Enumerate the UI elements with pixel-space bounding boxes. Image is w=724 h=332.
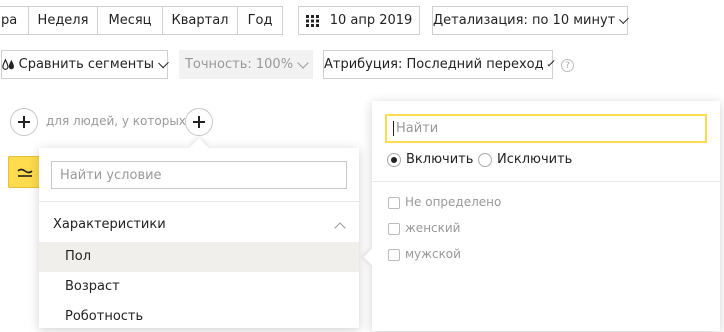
list-item-robotness[interactable]: Роботность <box>39 302 359 332</box>
include-label[interactable]: Включить <box>406 152 473 167</box>
chevron-down-icon <box>158 57 169 68</box>
calendar-icon <box>305 14 319 27</box>
drops-icon <box>2 58 14 70</box>
add-condition-button[interactable] <box>10 108 38 136</box>
tab-week[interactable]: Неделя <box>28 6 98 35</box>
help-icon[interactable]: ? <box>561 59 574 72</box>
add-filter-button[interactable] <box>185 108 213 136</box>
detail-select[interactable]: Детализация: по 10 минут <box>432 6 629 35</box>
compare-segments-label: Сравнить сегменты <box>18 57 155 72</box>
value-search-input[interactable]: Найти <box>385 114 707 143</box>
option-label-female[interactable]: женский <box>405 221 460 235</box>
option-checkbox[interactable] <box>388 223 400 235</box>
group-header-characteristics[interactable]: Характеристики <box>53 217 166 232</box>
segment-chip[interactable] <box>8 156 40 188</box>
option-label-undefined[interactable]: Не определено <box>405 195 501 209</box>
date-label: 10 апр 2019 <box>329 13 413 28</box>
people-text: для людей, у которых <box>46 114 186 128</box>
tab-day[interactable]: ра <box>0 6 29 35</box>
divider <box>39 201 359 202</box>
dropdown-arrow <box>189 138 209 158</box>
divider <box>372 181 720 182</box>
accuracy-label: Точность: 100% <box>184 57 294 72</box>
condition-search-input[interactable]: Найти условие <box>51 161 347 189</box>
date-picker-button[interactable]: 10 апр 2019 <box>298 6 420 35</box>
value-panel: Найти Включить Исключить Не определено ж… <box>363 101 720 331</box>
chevron-down-icon <box>297 56 309 69</box>
attribution-label: Атрибуция: Последний переход <box>324 57 544 72</box>
tab-month[interactable]: Месяц <box>97 6 163 35</box>
list-item-age[interactable]: Возраст <box>39 272 359 302</box>
option-checkbox[interactable] <box>388 197 400 209</box>
compare-segments-button[interactable]: Сравнить сегменты <box>1 50 169 79</box>
include-radio[interactable] <box>387 153 401 167</box>
approx-icon <box>17 168 33 177</box>
panel-arrow <box>363 248 381 266</box>
tab-year[interactable]: Год <box>237 6 283 35</box>
exclude-radio[interactable] <box>478 153 492 167</box>
tab-quarter[interactable]: Квартал <box>162 6 238 35</box>
chevron-down-icon <box>619 13 629 24</box>
list-item-gender[interactable]: Пол <box>39 242 359 272</box>
exclude-label[interactable]: Исключить <box>497 152 572 167</box>
chevron-down-icon <box>547 58 555 67</box>
text-cursor <box>393 121 394 136</box>
accuracy-select[interactable]: Точность: 100% <box>179 50 313 79</box>
chevron-up-icon[interactable] <box>334 222 346 234</box>
option-label-male[interactable]: мужской <box>405 247 461 261</box>
attribution-select[interactable]: Атрибуция: Последний переход <box>323 50 555 79</box>
detail-label: Детализация: по 10 минут <box>433 13 616 28</box>
condition-dropdown: Найти условие Характеристики Пол Возраст… <box>39 138 359 328</box>
option-checkbox[interactable] <box>388 249 400 261</box>
